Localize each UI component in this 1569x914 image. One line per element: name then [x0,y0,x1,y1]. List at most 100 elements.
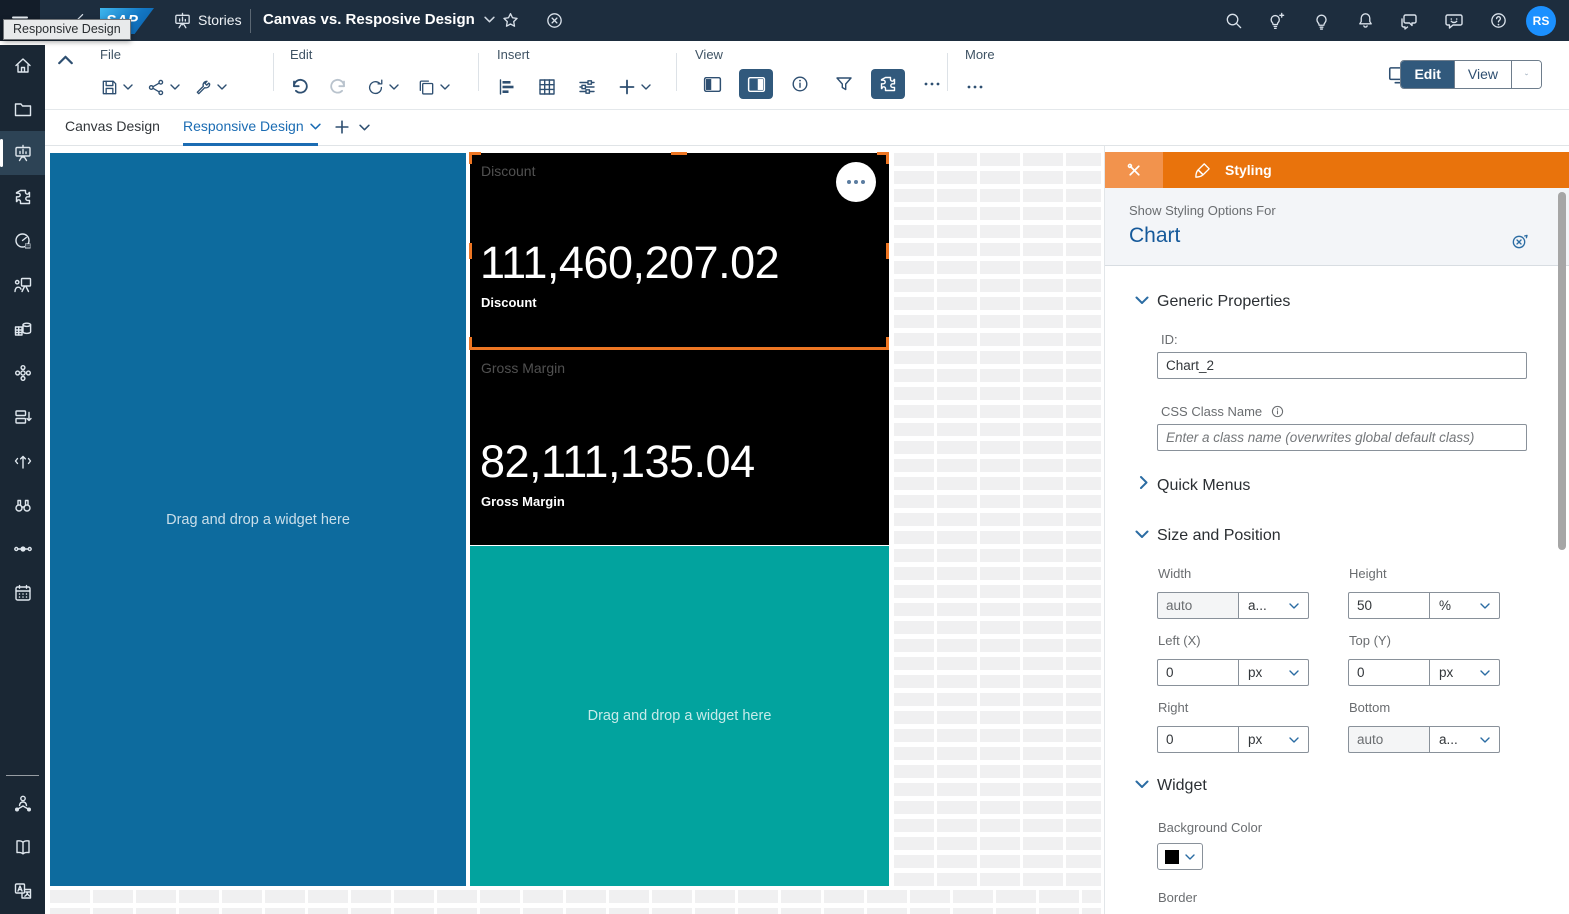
puzzle-icon [13,187,33,207]
redo-button[interactable] [328,77,348,97]
insert-more-button[interactable] [617,77,651,97]
selection-handle-top-center[interactable] [671,152,687,155]
background-color-picker[interactable] [1157,843,1203,870]
generic-properties-collapse[interactable] [1135,296,1149,305]
sap-analytics-cloud-app: SAP Stories Canvas vs. Resposive Design [0,0,1569,914]
ai-assistant-button[interactable] [1267,11,1286,30]
tab-canvas-design[interactable]: Canvas Design [65,118,160,134]
clear-selection-button[interactable] [1510,232,1529,251]
id-input[interactable] [1157,352,1527,379]
refresh-button[interactable] [366,78,399,97]
sidebar-item-content-network[interactable] [0,395,45,439]
details-button[interactable] [783,69,817,99]
left-x-input[interactable] [1157,659,1239,686]
tools-button[interactable] [194,78,227,97]
widgets-panel-toggle[interactable] [871,69,905,99]
background-color-label: Background Color [1158,820,1263,835]
bottom-unit-select[interactable]: a... [1430,726,1500,753]
sidebar-item-data-analyzer[interactable] [0,219,45,263]
right-panel-toggle[interactable] [739,69,773,99]
feedback-button[interactable] [1444,11,1464,31]
sidebar-item-files[interactable] [0,87,45,131]
add-page-button[interactable] [333,118,351,136]
selection-handle-top-left[interactable] [469,152,472,164]
sidebar-item-catalog[interactable] [0,825,45,869]
copy-button[interactable] [417,78,450,97]
height-unit-select[interactable]: % [1430,592,1500,619]
insert-table-button[interactable] [537,77,557,97]
discussions-button[interactable] [1399,11,1419,31]
selection-handle-middle-left[interactable] [469,243,472,259]
sidebar-item-security[interactable] [0,781,45,825]
width-input[interactable] [1157,592,1239,619]
right-input[interactable] [1157,726,1239,753]
mode-view-button[interactable]: View [1453,61,1511,88]
content-download-icon [13,407,33,427]
sidebar-item-modeler[interactable] [0,351,45,395]
mode-edit-button[interactable]: Edit [1401,61,1454,88]
kpi-title: Gross Margin [481,360,566,376]
view-more-button[interactable] [915,69,949,99]
chevron-down-icon [1289,737,1299,743]
dropzone-widget-blue[interactable]: Drag and drop a widget here [50,153,466,886]
dropzone-widget-teal[interactable]: Drag and drop a widget here [470,546,889,886]
size-position-collapse[interactable] [1135,530,1149,539]
insert-input-control-button[interactable] [577,77,597,97]
favorite-button[interactable] [501,11,520,30]
insert-chart-button[interactable] [497,77,517,97]
selection-edge-bottom[interactable] [469,347,889,350]
kpi-tile-gross-margin[interactable]: Gross Margin 82,111,135.04 Gross Margin [470,350,889,545]
sidebar-item-boardroom[interactable] [0,263,45,307]
sidebar-item-datasets[interactable] [0,307,45,351]
styling-tab[interactable]: Styling [1163,152,1569,188]
sidebar-item-translation[interactable] [0,869,45,913]
sidebar-item-analytic-applications[interactable] [0,175,45,219]
widget-section-collapse[interactable] [1135,780,1149,789]
selection-handle-middle-right[interactable] [886,243,889,259]
quick-menus-expand[interactable] [1140,476,1149,490]
kpi-tile-discount[interactable]: Discount 111,460,207.02 Discount [470,153,889,349]
filter-button[interactable] [827,69,861,99]
css-class-input[interactable] [1157,424,1527,451]
builder-tab[interactable] [1105,152,1163,188]
kpi-label: Gross Margin [481,494,565,509]
chevron-down-icon [217,84,227,90]
selection-handle-top-right[interactable] [886,152,889,164]
top-y-input[interactable] [1348,659,1430,686]
user-avatar[interactable]: RS [1526,6,1556,36]
bottom-input[interactable] [1348,726,1430,753]
add-page-dropdown[interactable] [359,124,370,131]
sidebar-item-home[interactable] [0,43,45,87]
sidebar-item-calendar[interactable] [0,571,45,615]
sidebar-item-transport[interactable] [0,439,45,483]
sidebar-item-connections[interactable] [0,527,45,571]
more-options-button[interactable] [965,77,985,97]
top-y-unit-select[interactable]: px [1430,659,1500,686]
height-label: Height [1349,566,1387,581]
sidebar-item-explorer[interactable] [0,483,45,527]
designer-panel-header: Styling [1105,152,1569,188]
left-panel-toggle[interactable] [695,69,729,99]
story-title-menu[interactable]: Canvas vs. Resposive Design [263,11,495,28]
close-story-button[interactable] [545,11,564,30]
sidebar-item-stories[interactable] [0,131,45,175]
height-input[interactable] [1348,592,1430,619]
info-icon [790,74,810,94]
right-unit-select[interactable]: px [1239,726,1309,753]
width-unit-select[interactable]: a... [1239,592,1309,619]
insights-button[interactable] [1312,11,1331,30]
help-button[interactable] [1489,11,1508,30]
widget-more-actions-button[interactable] [836,162,876,202]
save-button[interactable] [100,78,133,97]
left-x-unit-select[interactable]: px [1239,659,1309,686]
undo-button[interactable] [290,77,310,97]
panel-scrollbar-thumb[interactable] [1558,192,1566,550]
mode-dropdown-button[interactable] [1511,61,1541,88]
collapse-toolbar-button[interactable] [58,55,73,65]
share-button[interactable] [147,78,180,97]
tab-responsive-design[interactable]: Responsive Design [183,118,321,134]
notifications-button[interactable] [1356,11,1375,30]
toolbar-group-more: More [965,47,995,102]
search-button[interactable] [1224,11,1243,30]
info-icon[interactable] [1270,404,1285,419]
